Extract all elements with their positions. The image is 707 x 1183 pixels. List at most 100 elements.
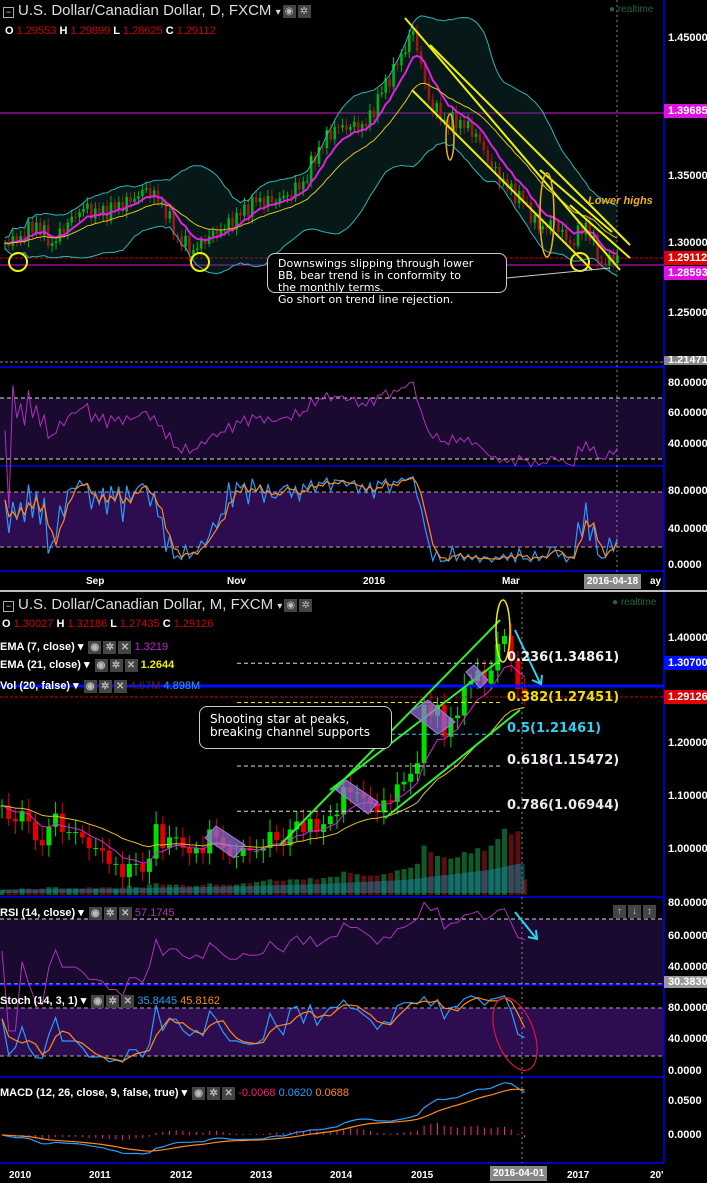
eye-icon[interactable]: ◉ (282, 4, 296, 18)
chevron-down-icon[interactable]: ▾ (276, 7, 281, 18)
hline-price-label: 1.39685 (664, 104, 707, 118)
eye-icon: ◉ (94, 658, 108, 672)
stoch-legend[interactable]: Stoch (14, 3, 1) ▾ ◉ ✲ ✕ 35.8445 45.8162 (0, 994, 220, 1008)
rsi-band (0, 919, 664, 984)
move-up-icon: ↑ (613, 905, 626, 918)
gear-icon: ✲ (109, 658, 123, 672)
eye-icon: ◉ (88, 640, 102, 654)
daily-ohlc: O 1.29553 H 1.29899 L 1.28625 C 1.29112 (5, 25, 216, 37)
rsi-axis-tick: 40.0000 (668, 438, 707, 450)
date-tick: 2012 (170, 1170, 193, 1181)
monthly-candle (414, 763, 420, 774)
rsi-low-label: 30.3830 (664, 976, 707, 988)
maximize-icon: ↕ (643, 905, 656, 918)
rsi-axis-tick: 80.0000 (668, 897, 707, 909)
monthly-candle (113, 863, 119, 865)
rsi-legend[interactable]: RSI (14, close) ▾ ◉ ✲ ✕ 57.1745 (0, 906, 175, 920)
ema21-legend[interactable]: EMA (21, close) ▾ ◉ ✲ ✕ 1.2644 (0, 658, 174, 672)
vol-legend[interactable]: Vol (20, false) ▾ ◉ ✲ ✕ 4.67M 4.898M (0, 679, 200, 693)
close-icon: ✕ (113, 679, 127, 693)
highlight-circle (8, 252, 28, 272)
monthly-candle (327, 816, 333, 825)
callout-pointer (506, 267, 611, 279)
stoch-axis-tick: 40.0000 (668, 523, 707, 535)
date-tick: ay (650, 576, 662, 587)
date-tick: 2011 (89, 1170, 111, 1181)
monthly-candle (39, 840, 45, 846)
eye-icon: ◉ (192, 1086, 206, 1100)
monthly-candle (314, 818, 320, 833)
monthly-candle (133, 863, 139, 865)
monthly-candle (401, 781, 407, 785)
stoch-axis-tick: 0.0000 (668, 559, 702, 571)
low-price-label: 1.28593 (664, 266, 707, 280)
blue-price-label: 1.30700 (664, 656, 707, 670)
stoch-axis-tick: 80.0000 (668, 1002, 707, 1014)
realtime-status: ● realtime (612, 597, 657, 608)
daily-chart-title[interactable]: − U.S. Dollar/Canadian Dollar, D, FXCM ▾ ◉… (3, 2, 311, 19)
title-text: U.S. Dollar/Canadian Dollar, M, FXCM (18, 596, 274, 613)
fib-label-236: 0.236(1.34861) (507, 650, 620, 665)
rsi-axis-tick: 40.0000 (668, 961, 707, 973)
move-down-icon: ↓ (628, 905, 641, 918)
monthly-candle (488, 670, 494, 684)
monthly-candle (461, 686, 467, 716)
monthly-candle (307, 818, 313, 833)
monthly-candle (120, 863, 126, 878)
monthly-candle (46, 826, 52, 846)
monthly-candle (193, 848, 199, 854)
date-tick: 2016 (363, 576, 386, 587)
monthly-candle (59, 813, 65, 833)
ema7-legend[interactable]: EMA (7, close) ▾ ◉ ✲ ✕ 1.3219 (0, 640, 168, 654)
monthly-candle (455, 715, 461, 719)
monthly-candle (79, 832, 85, 838)
monthly-candle (106, 850, 112, 864)
chevron-down-icon[interactable]: ▾ (277, 601, 282, 612)
collapse-icon[interactable]: − (3, 601, 14, 612)
eye-icon: ◉ (83, 679, 97, 693)
monthly-candle (33, 821, 38, 841)
cursor-date-label: 2016-04-18 (584, 574, 642, 589)
date-tick: 2017 (567, 1170, 590, 1181)
eye-icon[interactable]: ◉ (284, 598, 298, 612)
fib-label-500: 0.5(1.21461) (507, 721, 602, 736)
close-icon: ✕ (222, 1086, 236, 1100)
close-icon: ✕ (121, 994, 135, 1008)
monthly-annotation-note: Shooting star at peaks, breaking channel … (199, 706, 392, 749)
bottom-price-label: 1.21471 (664, 356, 707, 365)
monthly-candle (146, 858, 152, 872)
monthly-candle (140, 863, 146, 872)
gear-icon[interactable]: ✲ (297, 4, 311, 18)
gear-icon: ✲ (103, 906, 117, 920)
close-icon: ✕ (118, 640, 132, 654)
monthly-candle (12, 818, 18, 822)
gear-icon[interactable]: ✲ (299, 598, 313, 612)
fib-label-786: 0.786(1.06944) (507, 798, 620, 813)
lower-highs-annotation: Lower highs (588, 195, 653, 207)
stoch-band (0, 1008, 664, 1056)
monthly-candle (66, 832, 72, 834)
monthly-chart-title[interactable]: − U.S. Dollar/Canadian Dollar, M, FXCM ▾ ◉… (3, 596, 313, 613)
daily-annotation-note: Downswings slipping through lower BB, bea… (267, 253, 507, 306)
macd-axis-tick: 0.0000 (668, 1129, 702, 1141)
axis-tick: 1.10000 (668, 790, 707, 802)
axis-tick: 1.30000 (668, 237, 707, 249)
axis-tick: 1.40000 (668, 632, 707, 644)
monthly-candle (187, 848, 193, 854)
close-icon: ✕ (118, 906, 132, 920)
date-tick: 2013 (250, 1170, 273, 1181)
pane-controls[interactable]: ↑ ↓ ↕ (611, 905, 656, 918)
stoch-axis-tick: 0.0000 (668, 1065, 702, 1077)
rsi-axis-tick: 80.0000 (668, 377, 707, 389)
gear-icon: ✲ (207, 1086, 221, 1100)
macd-legend[interactable]: MACD (12, 26, close, 9, false, true) ▾ ◉… (0, 1086, 349, 1100)
monthly-candle (86, 837, 92, 848)
stoch-axis-tick: 80.0000 (668, 485, 707, 497)
monthly-candle (381, 800, 387, 813)
last-price-label: 1.29112 (664, 251, 707, 265)
collapse-icon[interactable]: − (3, 7, 14, 18)
date-tick: 2015 (411, 1170, 434, 1181)
fib-label-618: 0.618(1.15472) (507, 753, 620, 768)
title-text: U.S. Dollar/Canadian Dollar, D, FXCM (18, 2, 272, 19)
rsi-axis-tick: 60.0000 (668, 407, 707, 419)
